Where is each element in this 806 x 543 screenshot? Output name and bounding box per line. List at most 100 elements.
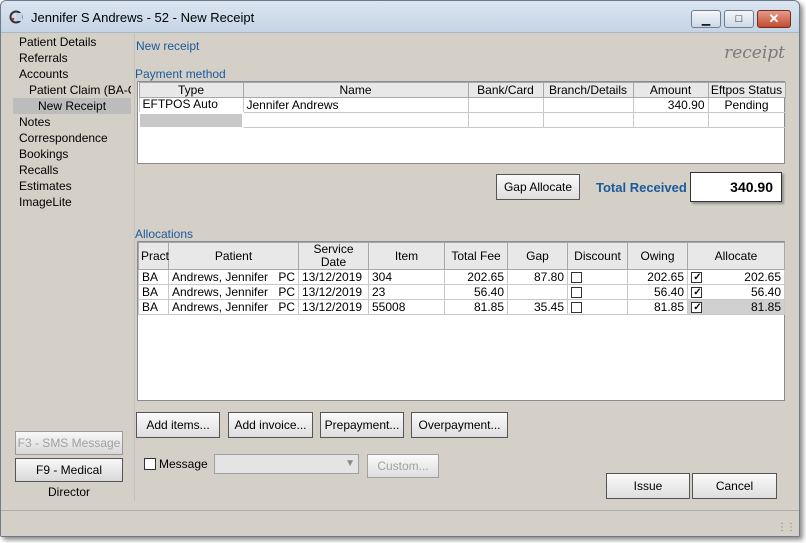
- alloc-allocate: 56.40: [687, 284, 785, 300]
- payment-name[interactable]: Jennifer Andrews: [242, 97, 469, 113]
- medical-director-button[interactable]: F9 - Medical Director: [15, 458, 123, 499]
- sms-message-button[interactable]: F3 - SMS Message: [15, 431, 123, 455]
- cancel-button[interactable]: Cancel: [692, 473, 777, 499]
- allocations-label: Allocations: [135, 227, 194, 241]
- col-allocate[interactable]: Allocate: [687, 242, 785, 270]
- payment-row[interactable]: EFTPOS Auto Jennifer Andrews 340.90 Pend…: [138, 97, 786, 113]
- allocate-checkbox[interactable]: [691, 301, 703, 313]
- sidebar-item-correspondence[interactable]: Correspondence: [13, 130, 131, 146]
- chevron-down-icon[interactable]: ▼: [345, 458, 355, 469]
- discount-checkbox[interactable]: [571, 301, 582, 313]
- prepayment-button[interactable]: Prepayment...: [320, 412, 404, 438]
- close-button[interactable]: ✕: [757, 10, 791, 28]
- custom-button[interactable]: Custom...: [367, 454, 439, 478]
- alloc-item: 23: [368, 284, 445, 300]
- sidebar-item-patient-details[interactable]: Patient Details: [13, 34, 131, 50]
- new-row-cell[interactable]: [542, 112, 634, 128]
- alloc-patient-pc: PC: [278, 284, 295, 299]
- sidebar-item-notes[interactable]: Notes: [13, 114, 131, 130]
- window-title: Jennifer S Andrews - 52 - New Receipt: [31, 10, 255, 25]
- sidebar: Patient Details Referrals Accounts Patie…: [13, 34, 131, 499]
- col-type[interactable]: Type: [138, 82, 244, 98]
- alloc-discount: [567, 284, 628, 300]
- alloc-date: 13/12/2019: [298, 299, 369, 315]
- alloc-date: 13/12/2019: [298, 269, 369, 285]
- gap-allocate-button[interactable]: Gap Allocate: [496, 174, 580, 200]
- allocate-checkbox[interactable]: [691, 271, 703, 283]
- alloc-allocate-amount[interactable]: 202.65: [744, 271, 781, 284]
- payment-branch[interactable]: [542, 97, 634, 113]
- sidebar-item-recalls[interactable]: Recalls: [13, 162, 131, 178]
- alloc-pract: BA: [138, 299, 169, 315]
- payment-bank[interactable]: [467, 97, 544, 113]
- new-row-cell[interactable]: [707, 112, 786, 128]
- alloc-discount: [567, 299, 628, 315]
- col-total-fee[interactable]: Total Fee: [444, 242, 508, 270]
- alloc-fee: 202.65: [444, 269, 508, 285]
- col-pract[interactable]: Pract: [138, 242, 169, 270]
- col-eftpos-status[interactable]: Eftpos Status: [707, 82, 786, 98]
- maximize-button[interactable]: □: [724, 10, 754, 28]
- alloc-item: 55008: [368, 299, 445, 315]
- total-received-value: 340.90: [690, 172, 782, 202]
- allocate-checkbox[interactable]: [691, 286, 703, 298]
- new-row-cell[interactable]: [242, 112, 469, 128]
- alloc-allocate: 81.85: [687, 299, 785, 315]
- col-branch-details[interactable]: Branch/Details: [542, 82, 634, 98]
- new-row-type-cell[interactable]: [138, 111, 244, 129]
- resize-grip-icon[interactable]: ⋮⋮: [777, 522, 796, 533]
- sidebar-item-referrals[interactable]: Referrals: [13, 50, 131, 66]
- message-checkbox[interactable]: [144, 458, 156, 470]
- discount-checkbox[interactable]: [571, 286, 582, 298]
- alloc-row[interactable]: BA Andrews, Jennifer PC 13/12/2019 304 20…: [138, 269, 785, 285]
- alloc-owing: 202.65: [627, 269, 688, 285]
- alloc-patient-pc: PC: [278, 269, 295, 284]
- alloc-row[interactable]: BA Andrews, Jennifer PC 13/12/2019 23 56.…: [138, 284, 785, 300]
- header-link[interactable]: New receipt: [136, 39, 199, 53]
- alloc-allocate-amount[interactable]: 81.85: [751, 301, 781, 314]
- discount-checkbox[interactable]: [571, 271, 582, 283]
- sidebar-item-imagelite[interactable]: ImageLite: [13, 194, 131, 210]
- col-item[interactable]: Item: [368, 242, 445, 270]
- alloc-pract: BA: [138, 269, 169, 285]
- sidebar-item-new-receipt[interactable]: New Receipt: [13, 98, 131, 114]
- new-row-cell[interactable]: [632, 112, 709, 128]
- alloc-patient-name: Andrews, Jennifer: [172, 269, 269, 284]
- col-amount[interactable]: Amount: [632, 82, 709, 98]
- alloc-owing: 81.85: [627, 299, 688, 315]
- payment-amount[interactable]: 340.90: [632, 97, 709, 113]
- minimize-button[interactable]: ▁: [691, 10, 721, 28]
- col-owing[interactable]: Owing: [627, 242, 688, 270]
- message-label: Message: [159, 457, 208, 471]
- alloc-patient: Andrews, Jennifer PC: [168, 269, 299, 285]
- payment-type[interactable]: EFTPOS Auto: [138, 97, 244, 113]
- col-service-date[interactable]: Service Date: [298, 242, 369, 270]
- sidebar-item-accounts[interactable]: Accounts: [13, 66, 131, 82]
- col-name[interactable]: Name: [242, 82, 469, 98]
- overpayment-button[interactable]: Overpayment...: [411, 412, 508, 438]
- col-discount[interactable]: Discount: [567, 242, 628, 270]
- message-combo[interactable]: ▼: [214, 454, 359, 474]
- col-gap[interactable]: Gap: [507, 242, 568, 270]
- add-items-button[interactable]: Add items...: [136, 412, 220, 438]
- sidebar-item-patient-claim[interactable]: Patient Claim (BA-CN: [13, 82, 131, 98]
- payment-new-row[interactable]: [138, 111, 786, 129]
- alloc-patient-pc: PC: [278, 299, 295, 314]
- col-bank-card[interactable]: Bank/Card: [467, 82, 544, 98]
- alloc-header-row: Pract Patient Service Date Item Total Fe…: [138, 242, 785, 270]
- alloc-pract: BA: [138, 284, 169, 300]
- alloc-allocate-amount[interactable]: 56.40: [751, 286, 781, 299]
- alloc-patient: Andrews, Jennifer PC: [168, 299, 299, 315]
- add-invoice-button[interactable]: Add invoice...: [228, 412, 313, 438]
- alloc-fee: 81.85: [444, 299, 508, 315]
- alloc-row[interactable]: BA Andrews, Jennifer PC 13/12/2019 55008 …: [138, 299, 785, 315]
- sidebar-item-estimates[interactable]: Estimates: [13, 178, 131, 194]
- content-area: Patient Details Referrals Accounts Patie…: [6, 33, 795, 501]
- sidebar-item-bookings[interactable]: Bookings: [13, 146, 131, 162]
- new-row-cell[interactable]: [467, 112, 544, 128]
- title-bar[interactable]: Jennifer S Andrews - 52 - New Receipt ▁ …: [1, 1, 799, 33]
- col-patient[interactable]: Patient: [168, 242, 299, 270]
- alloc-owing: 56.40: [627, 284, 688, 300]
- payment-status[interactable]: Pending: [707, 97, 786, 113]
- issue-button[interactable]: Issue: [606, 473, 690, 499]
